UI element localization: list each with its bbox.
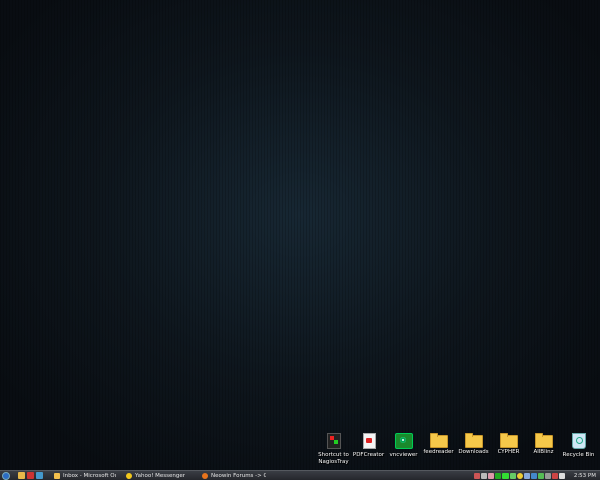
taskbar-item-yahoo-messenger[interactable]: Yahoo! Messenger [123, 472, 195, 480]
tray-app-icon[interactable] [509, 472, 516, 479]
tray-app-icon[interactable] [523, 472, 530, 479]
desktop-icon-recycle-bin[interactable]: Recycle Bin [561, 433, 596, 466]
yahoo-messenger-icon [126, 472, 132, 479]
tray-app-icon[interactable] [480, 472, 487, 479]
desktop-icon-downloads[interactable]: Downloads [456, 433, 491, 466]
firefox-icon [202, 472, 208, 479]
tray-app-icon[interactable] [551, 472, 558, 479]
desktop-icon-label: Recycle Bin [562, 452, 595, 458]
outlook-icon [54, 472, 60, 479]
tray-app-icon[interactable] [473, 472, 480, 479]
recycle-bin-icon [571, 433, 586, 449]
tray-app-icon[interactable] [516, 472, 523, 479]
desktop-icon-allblinz[interactable]: AllBlinz [526, 433, 561, 466]
desktop-icon-nagiostray[interactable]: Shortcut to NagiosTray [316, 433, 351, 466]
tray-app-icon[interactable] [494, 472, 501, 479]
tray-app-icon[interactable] [530, 472, 537, 479]
taskbar-item-label: Yahoo! Messenger [135, 472, 186, 479]
desktop-icon-label: AllBlinz [533, 449, 554, 455]
vnc-viewer-icon [394, 433, 413, 449]
folder-icon [534, 433, 553, 448]
desktop-icon-label: PDFCreator [352, 452, 385, 458]
folder-icon [499, 433, 518, 448]
desktop-icon-label: Downloads [458, 449, 489, 455]
volume-icon[interactable] [558, 472, 565, 479]
quick-launch [18, 472, 43, 479]
folder-icon [464, 433, 483, 448]
browser-icon[interactable] [36, 472, 43, 479]
clock[interactable]: 2:53 PM [574, 473, 596, 479]
desktop-icon-label: feedreader [423, 449, 454, 455]
show-desktop-icon[interactable] [18, 472, 25, 479]
nagios-tray-icon [326, 433, 341, 449]
desktop-icon-feedreader[interactable]: feedreader [421, 433, 456, 466]
taskbar-item-label: Inbox - Microsoft Ou... [63, 472, 116, 479]
desktop-icon-pdfcreator[interactable]: PDFCreator [351, 433, 386, 466]
desktop-icon-vncviewer[interactable]: vncviewer [386, 433, 421, 466]
folder-icon [429, 433, 448, 448]
tray-app-icon[interactable] [487, 472, 494, 479]
pdf-creator-icon [363, 433, 376, 449]
desktop: Shortcut to NagiosTray PDFCreator vncvie… [0, 0, 600, 470]
start-button[interactable] [2, 471, 10, 480]
system-tray: 2:53 PM [473, 471, 600, 480]
media-player-icon[interactable] [27, 472, 34, 479]
taskbar: Inbox - Microsoft Ou... Yahoo! Messenger… [0, 470, 600, 480]
tray-app-icon[interactable] [501, 472, 509, 479]
taskbar-item-outlook[interactable]: Inbox - Microsoft Ou... [51, 472, 119, 480]
desktop-icon-cypher[interactable]: CYPHER [491, 433, 526, 466]
tray-app-icon[interactable] [537, 472, 544, 479]
taskbar-item-firefox[interactable]: Neowin Forums -> G... [199, 472, 269, 480]
desktop-icon-label: CYPHER [497, 449, 520, 455]
taskbar-item-label: Neowin Forums -> G... [211, 472, 266, 479]
desktop-icon-label: Shortcut to NagiosTray [318, 452, 349, 465]
desktop-icons: Shortcut to NagiosTray PDFCreator vncvie… [316, 433, 596, 466]
tray-app-icon[interactable] [544, 472, 551, 479]
desktop-icon-label: vncviewer [389, 452, 418, 458]
